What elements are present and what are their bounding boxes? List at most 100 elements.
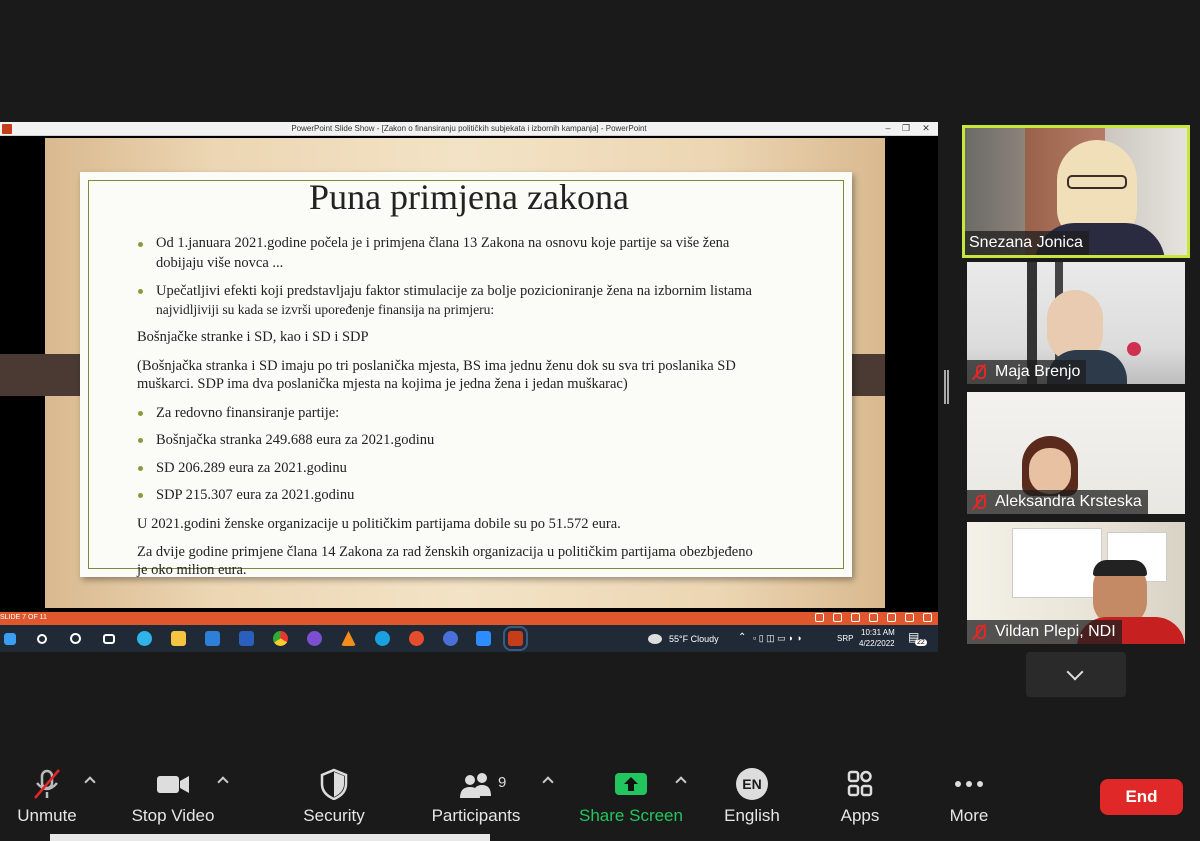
prev-slide-icon[interactable] (815, 613, 824, 622)
mic-muted-icon (34, 769, 60, 799)
shared-screen: PowerPoint Slide Show - [Zakon o finansi… (0, 122, 938, 652)
opera-icon[interactable] (443, 631, 458, 646)
bullet-marker (138, 289, 143, 294)
clock-date[interactable]: 4/22/2022 (859, 639, 895, 648)
shield-icon (320, 768, 348, 800)
more-label: More (949, 806, 989, 825)
participants-label: Participants (431, 806, 521, 825)
ppt-window-title: PowerPoint Slide Show - [Zakon o finansi… (291, 124, 647, 133)
bullet-marker (138, 438, 143, 443)
slide-bullet-2-line-1: Upečatljivi efekti koji predstavljaju fa… (156, 283, 752, 299)
slide-title: Puna primjena zakona (309, 177, 629, 217)
minimize-icon[interactable]: – (880, 123, 896, 133)
browser-icon[interactable] (409, 631, 424, 646)
participant-name: Vildan Plepi, NDI (995, 623, 1116, 640)
english-label: English (724, 806, 780, 825)
panel-resize-handle[interactable] (944, 370, 949, 404)
audio-options-caret-icon[interactable] (84, 776, 96, 788)
mic-muted-icon (971, 494, 987, 510)
grid-view-icon[interactable] (887, 613, 896, 622)
viber-icon[interactable] (307, 631, 322, 646)
scroll-participants-down-button[interactable] (1026, 652, 1126, 697)
ppt-status-bar: SLIDE 7 OF 11 (0, 612, 938, 625)
more-dots-icon (955, 781, 983, 787)
cortana-icon[interactable] (70, 633, 81, 644)
participant-name-tag: Maja Brenjo (967, 360, 1087, 384)
slide-bullet-1-line-1: Od 1.januara 2021.godine počela je i pri… (156, 235, 730, 251)
apps-icon (847, 770, 873, 797)
slide-bullet-2-line-2: najvidljiviji su kada se izvrši upoređen… (156, 302, 495, 317)
file-explorer-icon[interactable] (171, 631, 186, 646)
slideshow-icon[interactable] (923, 613, 932, 622)
mic-muted-icon (971, 364, 987, 380)
slide-para-2-line-2: muškarci. SDP ima dva poslanička mjesta … (137, 376, 628, 392)
participant-face (1029, 448, 1071, 494)
skype-icon[interactable] (375, 631, 390, 646)
slide-bullet-6: SDP 215.307 eura za 2021.godinu (156, 487, 355, 503)
participant-name: Maja Brenjo (995, 363, 1081, 380)
apps-button[interactable]: Apps (834, 768, 886, 826)
slide-counter: SLIDE 7 OF 11 (0, 614, 47, 621)
unmute-label: Unmute (17, 806, 77, 825)
slide-para-2-line-1: (Bošnjačka stranka i SD imaju po tri pos… (137, 358, 736, 374)
zoom-icon[interactable] (476, 631, 491, 646)
participant-tile[interactable]: Maja Brenjo (967, 262, 1185, 384)
windows-start-icon[interactable] (4, 633, 16, 645)
participant-tile-active[interactable]: Snezana Jonica (962, 125, 1190, 258)
play-icon[interactable] (851, 613, 860, 622)
apps-label: Apps (840, 806, 880, 825)
mail-icon[interactable] (205, 631, 220, 646)
slide-para-3: U 2021.godini ženske organizacije u poli… (137, 516, 621, 532)
security-label: Security (303, 806, 365, 825)
search-icon[interactable] (37, 634, 47, 644)
video-camera-icon (157, 776, 189, 793)
participant-name: Snezana Jonica (965, 231, 1089, 255)
weather-text[interactable]: 55°F Cloudy (669, 634, 719, 644)
wall-poster (1012, 528, 1102, 598)
book-icon[interactable] (905, 613, 914, 622)
more-button[interactable]: More (942, 768, 996, 826)
share-screen-icon (615, 773, 647, 795)
edge-icon[interactable] (137, 631, 152, 646)
bullet-marker (138, 466, 143, 471)
slide-bullet-5: SD 206.289 eura za 2021.godinu (156, 460, 347, 476)
close-icon[interactable]: ✕ (918, 123, 934, 134)
task-view-icon[interactable] (103, 634, 115, 644)
restore-icon[interactable]: ❐ (898, 123, 914, 134)
windows-taskbar: 55°F Cloudy ⌃ ▫ ▯ ◫ ▭ ◗ ◑ SRP 10:31 AM 4… (0, 625, 938, 652)
input-language[interactable]: SRP (837, 634, 853, 643)
glasses (1067, 175, 1127, 189)
unmute-button[interactable]: Unmute (12, 768, 82, 826)
end-meeting-button[interactable]: End (1100, 779, 1183, 815)
security-button[interactable]: Security (298, 768, 370, 826)
stop-video-button[interactable]: Stop Video (127, 768, 219, 826)
reading-view-icon[interactable] (869, 613, 878, 622)
chevron-down-icon (1066, 663, 1084, 681)
bullet-marker (138, 411, 143, 416)
notification-count: 22 (915, 639, 927, 646)
stop-video-label: Stop Video (131, 806, 215, 825)
participant-tile[interactable]: Aleksandra Krsteska (967, 392, 1185, 514)
video-options-caret-icon[interactable] (217, 776, 229, 788)
clock-time[interactable]: 10:31 AM (861, 628, 895, 637)
slide-bullet-1-line-2: dobijaju više novca ... (156, 255, 284, 271)
notes-icon[interactable] (833, 613, 842, 622)
participants-count: 9 (498, 774, 507, 791)
word-icon[interactable] (239, 631, 254, 646)
participants-icon (460, 773, 491, 798)
flower (1127, 342, 1141, 356)
participant-name-tag: Vildan Plepi, NDI (967, 620, 1122, 644)
participants-button[interactable]: Participants (428, 768, 524, 826)
share-screen-button[interactable]: Share Screen (578, 768, 684, 826)
chrome-icon[interactable] (273, 631, 288, 646)
vlc-icon[interactable] (341, 631, 356, 646)
language-interpretation-button[interactable]: EN English (720, 768, 784, 826)
chevron-up-icon[interactable]: ⌃ (738, 632, 746, 643)
tray-icons[interactable]: ▫ ▯ ◫ ▭ ◗ ◑ (753, 633, 802, 644)
participant-tile[interactable]: Vildan Plepi, NDI (967, 522, 1185, 644)
powerpoint-taskbar-icon[interactable] (503, 626, 528, 651)
slide-para-4-line-2: je oko milion eura. (137, 562, 247, 578)
participants-options-caret-icon[interactable] (542, 776, 554, 788)
slide-bullet-4: Bošnjačka stranka 249.688 eura za 2021.g… (156, 432, 435, 448)
participant-name-tag: Aleksandra Krsteska (967, 490, 1148, 514)
